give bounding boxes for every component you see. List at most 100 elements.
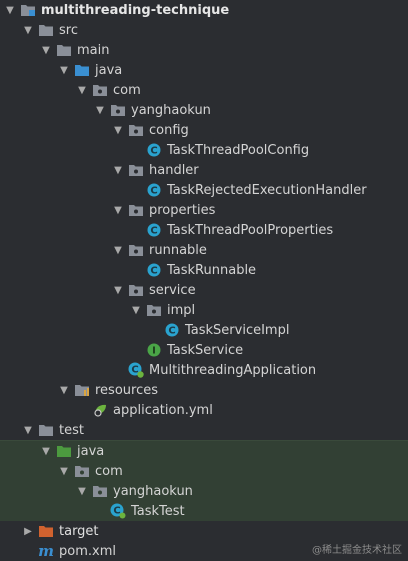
chevron-down-icon[interactable]: ▼	[40, 40, 52, 60]
chevron-down-icon[interactable]: ▼	[40, 441, 52, 461]
svg-text:C: C	[150, 266, 157, 277]
package-icon	[146, 302, 162, 318]
package-icon	[110, 102, 126, 118]
chevron-down-icon[interactable]: ▼	[76, 80, 88, 100]
tree-row-handler[interactable]: ▼ handler	[0, 160, 408, 180]
folder-label: java	[95, 62, 123, 78]
tree-row-runnable[interactable]: ▼ runnable	[0, 240, 408, 260]
folder-label: java	[77, 443, 105, 459]
source-folder-icon	[74, 62, 90, 78]
tree-row-src[interactable]: ▼ src	[0, 20, 408, 40]
class-label: TaskTest	[131, 503, 185, 519]
package-icon	[128, 122, 144, 138]
svg-text:m: m	[38, 543, 54, 559]
chevron-down-icon[interactable]: ▼	[112, 160, 124, 180]
test-class-icon: C	[110, 503, 126, 519]
chevron-down-icon[interactable]: ▼	[58, 461, 70, 481]
chevron-down-icon[interactable]: ▼	[4, 0, 16, 20]
class-icon: C	[146, 182, 162, 198]
package-label: yanghaokun	[113, 483, 193, 499]
package-icon	[128, 162, 144, 178]
spring-boot-class-icon: C	[128, 362, 144, 378]
watermark: @稀土掘金技术社区	[312, 545, 402, 556]
module-folder-icon	[20, 2, 36, 18]
chevron-down-icon[interactable]: ▼	[22, 20, 34, 40]
test-source-folder-icon	[56, 443, 72, 459]
chevron-down-icon[interactable]: ▼	[112, 240, 124, 260]
class-label: TaskThreadPoolProperties	[167, 222, 334, 238]
tree-row-test-java[interactable]: ▼ java	[0, 440, 408, 461]
chevron-down-icon[interactable]: ▼	[130, 300, 142, 320]
class-icon: C	[146, 222, 162, 238]
file-label: application.yml	[113, 402, 213, 418]
tree-row-yanghaokun[interactable]: ▼ yanghaokun	[0, 100, 408, 120]
chevron-right-icon[interactable]: ▶	[22, 521, 34, 541]
class-label: MultithreadingApplication	[149, 362, 317, 378]
package-label: properties	[149, 202, 216, 218]
tree-row-properties[interactable]: ▼ properties	[0, 200, 408, 220]
chevron-down-icon[interactable]: ▼	[58, 380, 70, 400]
package-icon	[92, 82, 108, 98]
tree-row-impl[interactable]: ▼ impl	[0, 300, 408, 320]
package-label: com	[113, 82, 141, 98]
class-label: TaskServiceImpl	[185, 322, 290, 338]
class-icon: C	[146, 262, 162, 278]
class-label: TaskThreadPoolConfig	[167, 142, 310, 158]
chevron-down-icon[interactable]: ▼	[94, 100, 106, 120]
chevron-down-icon[interactable]: ▼	[58, 60, 70, 80]
tree-row-resources[interactable]: ▼ resources	[0, 380, 408, 400]
tree-row-service[interactable]: ▼ service	[0, 280, 408, 300]
file-label: pom.xml	[59, 543, 116, 559]
tree-row-taskservice[interactable]: I TaskService	[0, 340, 408, 360]
package-icon	[128, 202, 144, 218]
interface-label: TaskService	[167, 342, 244, 358]
package-label: runnable	[149, 242, 207, 258]
tree-row-taskrunnable[interactable]: C TaskRunnable	[0, 260, 408, 280]
package-icon	[128, 242, 144, 258]
folder-label: main	[77, 42, 110, 58]
class-icon: C	[146, 142, 162, 158]
package-icon	[128, 282, 144, 298]
tree-row-java[interactable]: ▼ java	[0, 60, 408, 80]
tree-row-main[interactable]: ▼ main	[0, 40, 408, 60]
package-label: yanghaokun	[131, 102, 211, 118]
folder-label: resources	[95, 382, 159, 398]
chevron-down-icon[interactable]: ▼	[112, 120, 124, 140]
tree-row-application-yml[interactable]: application.yml	[0, 400, 408, 420]
package-label: impl	[167, 302, 196, 318]
package-label: config	[149, 122, 189, 138]
tree-row-tasktest[interactable]: C TaskTest	[0, 501, 408, 521]
resources-folder-icon	[74, 382, 90, 398]
chevron-down-icon[interactable]: ▼	[112, 200, 124, 220]
svg-text:C: C	[150, 226, 157, 237]
chevron-down-icon[interactable]: ▼	[112, 280, 124, 300]
class-icon: C	[164, 322, 180, 338]
project-root-label: multithreading-technique	[41, 2, 230, 18]
interface-icon: I	[146, 342, 162, 358]
svg-text:I: I	[152, 346, 156, 357]
tree-row-taskthreadpoolproperties[interactable]: C TaskThreadPoolProperties	[0, 220, 408, 240]
chevron-down-icon[interactable]: ▼	[76, 481, 88, 501]
tree-row-taskthreadpoolconfig[interactable]: C TaskThreadPoolConfig	[0, 140, 408, 160]
folder-label: target	[59, 523, 99, 539]
package-icon	[74, 463, 90, 479]
svg-text:C: C	[168, 326, 175, 337]
tree-row-config[interactable]: ▼ config	[0, 120, 408, 140]
folder-icon	[56, 42, 72, 58]
chevron-down-icon[interactable]: ▼	[22, 420, 34, 440]
tree-row-com[interactable]: ▼ com	[0, 80, 408, 100]
svg-text:C: C	[150, 186, 157, 197]
tree-row-project-root[interactable]: ▼ multithreading-technique	[0, 0, 408, 20]
package-label: service	[149, 282, 196, 298]
tree-row-test[interactable]: ▼ test	[0, 420, 408, 440]
tree-row-taskserviceimpl[interactable]: C TaskServiceImpl	[0, 320, 408, 340]
tree-row-test-yanghaokun[interactable]: ▼ yanghaokun	[0, 481, 408, 501]
tree-row-target[interactable]: ▶ target	[0, 521, 408, 541]
tree-row-multithreadingapplication[interactable]: C MultithreadingApplication	[0, 360, 408, 380]
tree-row-taskrejectedexecutionhandler[interactable]: C TaskRejectedExecutionHandler	[0, 180, 408, 200]
folder-label: src	[59, 22, 78, 38]
class-label: TaskRunnable	[167, 262, 257, 278]
package-label: handler	[149, 162, 199, 178]
tree-row-test-com[interactable]: ▼ com	[0, 461, 408, 481]
folder-icon	[38, 422, 54, 438]
